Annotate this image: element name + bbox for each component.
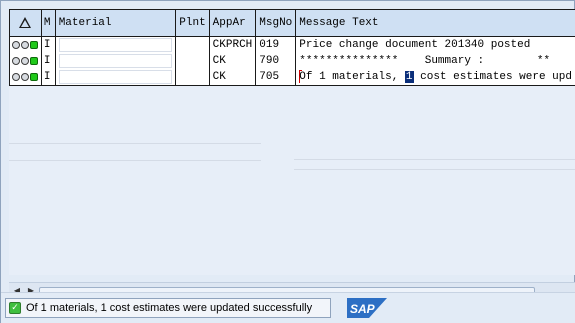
lamp-red-off-icon	[12, 57, 20, 65]
lamp-yellow-off-icon	[21, 57, 29, 65]
status-bar: ✓ Of 1 materials, 1 cost estimates were …	[1, 292, 575, 323]
message-type-cell[interactable]: I	[40, 53, 56, 69]
material-value	[58, 38, 173, 52]
message-text-cell[interactable]: Price change document 201340 posted	[295, 36, 575, 53]
status-cell	[9, 69, 42, 86]
status-message[interactable]: ✓ Of 1 materials, 1 cost estimates were …	[5, 298, 331, 318]
table-row[interactable]: I CK 790 *************** Summary : **	[9, 53, 575, 69]
lamp-yellow-off-icon	[21, 73, 29, 81]
column-header-message-text[interactable]: Message Text	[295, 9, 575, 37]
lamp-green-on-icon	[30, 41, 38, 49]
application-area-cell[interactable]: CKPRCH	[208, 36, 257, 53]
message-text-before: Of 1 materials,	[299, 71, 405, 83]
column-header-plant[interactable]: Plnt	[175, 9, 210, 37]
application-area-cell[interactable]: CK	[208, 69, 257, 86]
message-number-cell[interactable]: 019	[255, 36, 297, 53]
traffic-light-icon	[12, 69, 39, 85]
grid-divider	[9, 143, 261, 144]
lamp-yellow-off-icon	[21, 41, 29, 49]
column-header-application-area[interactable]: AppAr	[208, 9, 257, 37]
traffic-light-icon	[12, 37, 39, 53]
alv-grid-container: M Material Plnt AppAr MsgNo Message Text	[9, 9, 575, 299]
column-header-message-number[interactable]: MsgNo	[255, 9, 297, 37]
status-cell	[9, 36, 42, 53]
message-log-table: M Material Plnt AppAr MsgNo Message Text	[9, 9, 575, 86]
sap-logo-text: SAP	[350, 302, 376, 316]
sap-logo: SAP	[347, 298, 387, 318]
message-number-cell[interactable]: 790	[255, 53, 297, 69]
status-cell	[9, 53, 42, 69]
column-header-m[interactable]: M	[40, 9, 56, 37]
material-cell[interactable]	[54, 69, 177, 86]
table-header-row: M Material Plnt AppAr MsgNo Message Text	[9, 9, 575, 37]
lamp-green-on-icon	[30, 57, 38, 65]
material-value	[58, 70, 173, 84]
grid-divider	[294, 159, 575, 160]
message-number-cell[interactable]: 705	[255, 69, 297, 86]
lamp-red-off-icon	[12, 73, 20, 81]
plant-cell[interactable]	[175, 69, 210, 86]
traffic-light-icon	[12, 53, 39, 69]
message-type-cell[interactable]: I	[40, 36, 56, 53]
message-text-cell[interactable]: *************** Summary : **	[295, 53, 575, 69]
table-row[interactable]: I CKPRCH 019 Price change document 20134…	[9, 36, 575, 53]
material-cell[interactable]	[54, 53, 177, 69]
warning-triangle-icon	[19, 16, 32, 28]
sap-window: M Material Plnt AppAr MsgNo Message Text	[0, 0, 575, 323]
column-header-material[interactable]: Material	[54, 9, 177, 37]
message-type-cell[interactable]: I	[40, 69, 56, 86]
message-text-cell[interactable]: Of 1 materials, 1 cost estimates were up…	[295, 69, 575, 86]
plant-cell[interactable]	[175, 36, 210, 53]
grid-divider	[294, 169, 575, 170]
table-row[interactable]: I CK 705 Of 1 materials, 1 cost estimate…	[9, 69, 575, 86]
message-text-after: cost estimates were upd	[413, 71, 572, 83]
selected-text: 1	[404, 71, 414, 83]
material-value	[58, 54, 173, 68]
plant-cell[interactable]	[175, 53, 210, 69]
status-message-text: Of 1 materials, 1 cost estimates were up…	[26, 302, 313, 314]
grid-divider	[9, 160, 261, 161]
lamp-red-off-icon	[12, 41, 20, 49]
material-cell[interactable]	[54, 36, 177, 53]
success-check-icon: ✓	[9, 302, 21, 314]
lamp-green-on-icon	[30, 73, 38, 81]
application-area-cell[interactable]: CK	[208, 53, 257, 69]
column-header-status[interactable]	[9, 9, 42, 37]
